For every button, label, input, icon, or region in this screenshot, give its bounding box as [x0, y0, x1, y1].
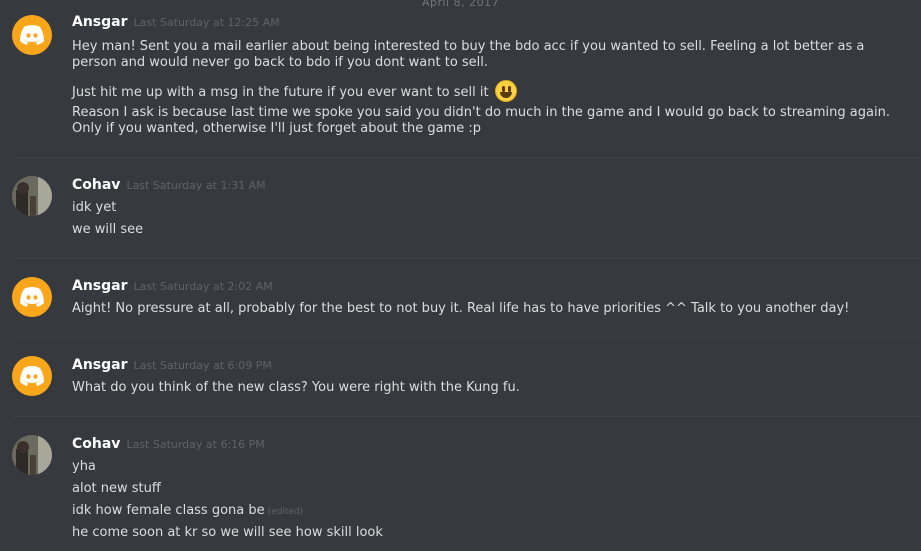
message-timestamp: Last Saturday at 6:16 PM	[126, 438, 265, 451]
user-avatar[interactable]	[12, 176, 52, 216]
author-name[interactable]: Ansgar	[72, 14, 128, 30]
discord-logo-icon[interactable]	[12, 356, 52, 396]
message-timestamp: Last Saturday at 2:02 AM	[133, 280, 273, 293]
user-avatar[interactable]	[12, 435, 52, 475]
discord-logo-icon[interactable]	[12, 277, 52, 317]
message-text: he come soon at kr so we will see how sk…	[72, 525, 383, 540]
smiley-emoji-icon	[494, 80, 517, 102]
author-name[interactable]: Cohav	[72, 177, 120, 193]
message-text: idk how female class gona be (edited)	[72, 503, 913, 520]
message-text: Hey man! Sent you a mail earlier about b…	[72, 39, 865, 70]
discord-logo-icon[interactable]	[12, 15, 52, 55]
message-text: yha	[72, 459, 96, 474]
date-divider: April 8, 2017	[0, 0, 921, 9]
message-timestamp: Last Saturday at 6:09 PM	[133, 359, 272, 372]
edited-label: (edited)	[267, 507, 304, 517]
message-text-content: Just hit me up with a msg in the future …	[72, 85, 489, 100]
message-timestamp: Last Saturday at 1:31 AM	[126, 179, 266, 192]
message-text-content: idk how female class gona be	[72, 503, 265, 518]
message-text: alot new stuff	[72, 481, 161, 496]
message-divider	[12, 258, 921, 259]
message-text: idk yet	[72, 200, 117, 215]
message-text: Reason I ask is because last time we spo…	[72, 105, 890, 136]
message-text: we will see	[72, 222, 144, 237]
message-timestamp: Last Saturday at 12:25 AM	[133, 16, 280, 29]
message-text: Just hit me up with a msg in the future …	[72, 80, 913, 102]
message-divider	[12, 157, 921, 158]
author-name[interactable]: Ansgar	[72, 278, 128, 294]
author-name[interactable]: Ansgar	[72, 357, 128, 373]
message-author[interactable]: Ansgar Last Saturday at 2:02 AM	[72, 278, 273, 294]
message-text: Aight! No pressure at all, probably for …	[72, 301, 850, 316]
message-author[interactable]: Ansgar Last Saturday at 12:25 AM	[72, 14, 280, 30]
author-name[interactable]: Cohav	[72, 436, 120, 452]
message-divider	[12, 416, 921, 417]
message-author[interactable]: Ansgar Last Saturday at 6:09 PM	[72, 357, 272, 373]
message-text: What do you think of the new class? You …	[72, 380, 520, 395]
message-divider	[12, 337, 921, 338]
message-author[interactable]: Cohav Last Saturday at 6:16 PM	[72, 436, 265, 452]
message-author[interactable]: Cohav Last Saturday at 1:31 AM	[72, 177, 266, 193]
date-divider-label: April 8, 2017	[415, 0, 506, 9]
